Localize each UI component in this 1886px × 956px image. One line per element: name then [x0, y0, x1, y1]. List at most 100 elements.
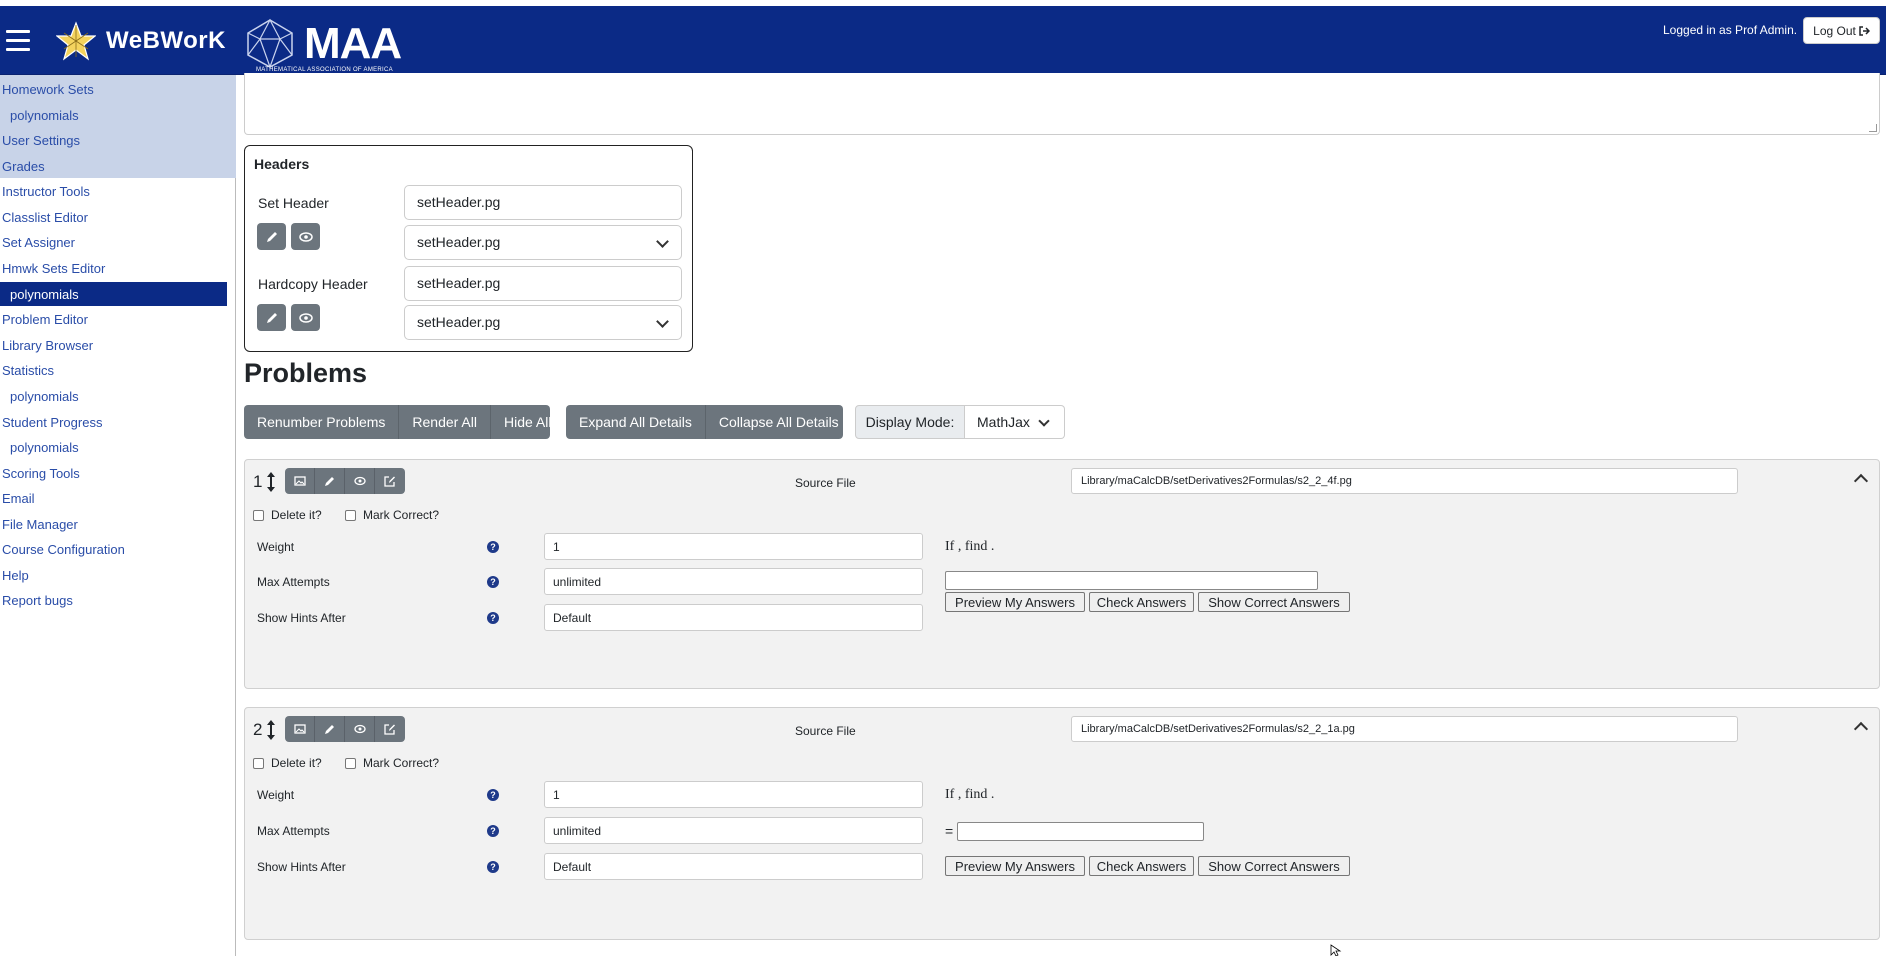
sidebar-item-email[interactable]: Email [2, 491, 35, 506]
help-icon[interactable]: ? [487, 861, 499, 873]
mark-correct-checkbox[interactable]: Mark Correct? [345, 508, 439, 522]
edit-hardcopy-header-button[interactable] [257, 304, 286, 331]
sidebar-item-report-bugs[interactable]: Report bugs [2, 593, 73, 608]
collapse-all-details-button[interactable]: Collapse All Details [706, 405, 852, 439]
edit-set-header-button[interactable] [257, 223, 286, 250]
main-content: Headers Set Header setHeader.pg setHeade… [236, 73, 1886, 956]
logout-label: Log Out [1813, 23, 1856, 38]
max-attempts-input[interactable]: unlimited [544, 568, 923, 595]
sidebar-item-hmwk-sets-editor[interactable]: Hmwk Sets Editor [2, 261, 105, 276]
sidebar-item-help[interactable]: Help [2, 568, 29, 583]
webwork-logo[interactable]: WeBWorK [56, 21, 226, 61]
check-answers-button[interactable]: Check Answers [1089, 592, 1194, 612]
maa-logo: MAA MATHEMATICAL ASSOCIATION OF AMERICA [244, 17, 402, 77]
edit-square-icon [384, 724, 395, 735]
delete-checkbox[interactable]: Delete it? [253, 756, 322, 770]
weight-input[interactable]: 1 [544, 781, 923, 808]
maa-name: MAA [304, 19, 402, 68]
weight-label: Weight [257, 540, 295, 554]
view-problem-button[interactable] [345, 468, 375, 494]
view-set-header-button[interactable] [291, 223, 320, 250]
view-hardcopy-header-button[interactable] [291, 304, 320, 331]
render-problem-button[interactable] [285, 468, 315, 494]
render-problem-button[interactable] [285, 716, 315, 742]
edit-problem-button[interactable] [315, 468, 345, 494]
sidebar-item-problem-editor[interactable]: Problem Editor [2, 312, 88, 327]
show-correct-answers-button[interactable]: Show Correct Answers [1198, 856, 1350, 876]
sidebar-item-polynomials[interactable]: polynomials [10, 108, 79, 123]
edit-external-button[interactable] [375, 716, 405, 742]
move-arrows-icon[interactable] [266, 719, 276, 741]
answer-input[interactable] [945, 571, 1318, 590]
sidebar-item-homework-sets[interactable]: Homework Sets [2, 82, 94, 97]
set-header-select[interactable]: setHeader.pg [404, 225, 682, 260]
check-answers-button[interactable]: Check Answers [1089, 856, 1194, 876]
weight-input[interactable]: 1 [544, 533, 923, 560]
source-file-label: Source File [795, 476, 856, 490]
view-problem-button[interactable] [345, 716, 375, 742]
checkbox-box[interactable] [253, 757, 264, 769]
chevron-up-icon[interactable] [1853, 473, 1869, 489]
answer-input[interactable] [957, 822, 1204, 841]
move-arrows-icon[interactable] [266, 471, 276, 493]
pencil-icon [324, 725, 334, 734]
help-icon[interactable]: ? [487, 612, 499, 624]
menu-icon[interactable] [6, 30, 30, 52]
top-bar: WeBWorK MAA MATHEMATICAL ASSOCIATION OF … [0, 6, 1886, 75]
show-correct-answers-button[interactable]: Show Correct Answers [1198, 592, 1350, 612]
delete-checkbox[interactable]: Delete it? [253, 508, 322, 522]
max-attempts-input[interactable]: unlimited [544, 817, 923, 844]
mark-correct-checkbox[interactable]: Mark Correct? [345, 756, 439, 770]
show-hints-input[interactable]: Default [544, 604, 923, 631]
sidebar-item-set-assigner[interactable]: Set Assigner [2, 235, 75, 250]
sidebar-item-instructor-tools[interactable]: Instructor Tools [2, 184, 90, 199]
mark-correct-label: Mark Correct? [363, 756, 440, 770]
max-attempts-label: Max Attempts [257, 575, 330, 589]
sidebar-item-course-configuration[interactable]: Course Configuration [2, 542, 125, 557]
sidebar-item-student-progress[interactable]: Student Progress [2, 415, 102, 430]
sidebar-item-statistics[interactable]: Statistics [2, 363, 54, 378]
sidebar-item-progress-polynomials[interactable]: polynomials [10, 440, 79, 455]
logout-button[interactable]: Log Out [1803, 17, 1880, 44]
preview-answers-button[interactable]: Preview My Answers [945, 856, 1085, 876]
sidebar-item-user-settings[interactable]: User Settings [2, 133, 80, 148]
pencil-icon [324, 477, 334, 486]
delete-label: Delete it? [271, 508, 322, 522]
preview-answers-button[interactable]: Preview My Answers [945, 592, 1085, 612]
problem-question-text: If , find . [945, 539, 995, 554]
hardcopy-header-input[interactable]: setHeader.pg [404, 266, 682, 301]
sidebar-item-polynomials-active[interactable]: polynomials [10, 287, 79, 302]
display-mode-select[interactable]: MathJax [965, 405, 1065, 439]
checkbox-box[interactable] [345, 757, 356, 769]
set-header-input[interactable]: setHeader.pg [404, 185, 682, 220]
help-icon[interactable]: ? [487, 541, 499, 553]
hide-all-button[interactable]: Hide All [491, 405, 564, 439]
help-icon[interactable]: ? [487, 825, 499, 837]
checkbox-box[interactable] [345, 509, 356, 521]
chevron-up-icon[interactable] [1853, 721, 1869, 737]
edit-problem-button[interactable] [315, 716, 345, 742]
sidebar-item-grades[interactable]: Grades [2, 159, 45, 174]
sidebar-item-statistics-polynomials[interactable]: polynomials [10, 389, 79, 404]
mouse-cursor-icon [1330, 944, 1342, 956]
hardcopy-header-select[interactable]: setHeader.pg [404, 305, 682, 340]
show-hints-input[interactable]: Default [544, 853, 923, 880]
expand-all-details-button[interactable]: Expand All Details [566, 405, 706, 439]
render-all-button[interactable]: Render All [399, 405, 491, 439]
source-file-input[interactable]: Library/maCalcDB/setDerivatives2Formulas… [1071, 716, 1738, 742]
sidebar-item-scoring-tools[interactable]: Scoring Tools [2, 466, 80, 481]
headers-panel: Headers Set Header setHeader.pg setHeade… [244, 145, 693, 352]
max-attempts-label: Max Attempts [257, 824, 330, 838]
source-file-input[interactable]: Library/maCalcDB/setDerivatives2Formulas… [1071, 468, 1738, 494]
checkbox-box[interactable] [253, 509, 264, 521]
sidebar-item-library-browser[interactable]: Library Browser [2, 338, 93, 353]
resize-grip-icon[interactable] [1869, 124, 1877, 132]
sidebar-item-file-manager[interactable]: File Manager [2, 517, 78, 532]
sidebar-item-classlist-editor[interactable]: Classlist Editor [2, 210, 88, 225]
edit-external-button[interactable] [375, 468, 405, 494]
renumber-problems-button[interactable]: Renumber Problems [244, 405, 400, 439]
render-button-group: Renumber Problems Render All Hide All [244, 405, 551, 439]
set-description-textarea[interactable] [244, 73, 1880, 135]
help-icon[interactable]: ? [487, 789, 499, 801]
help-icon[interactable]: ? [487, 576, 499, 588]
